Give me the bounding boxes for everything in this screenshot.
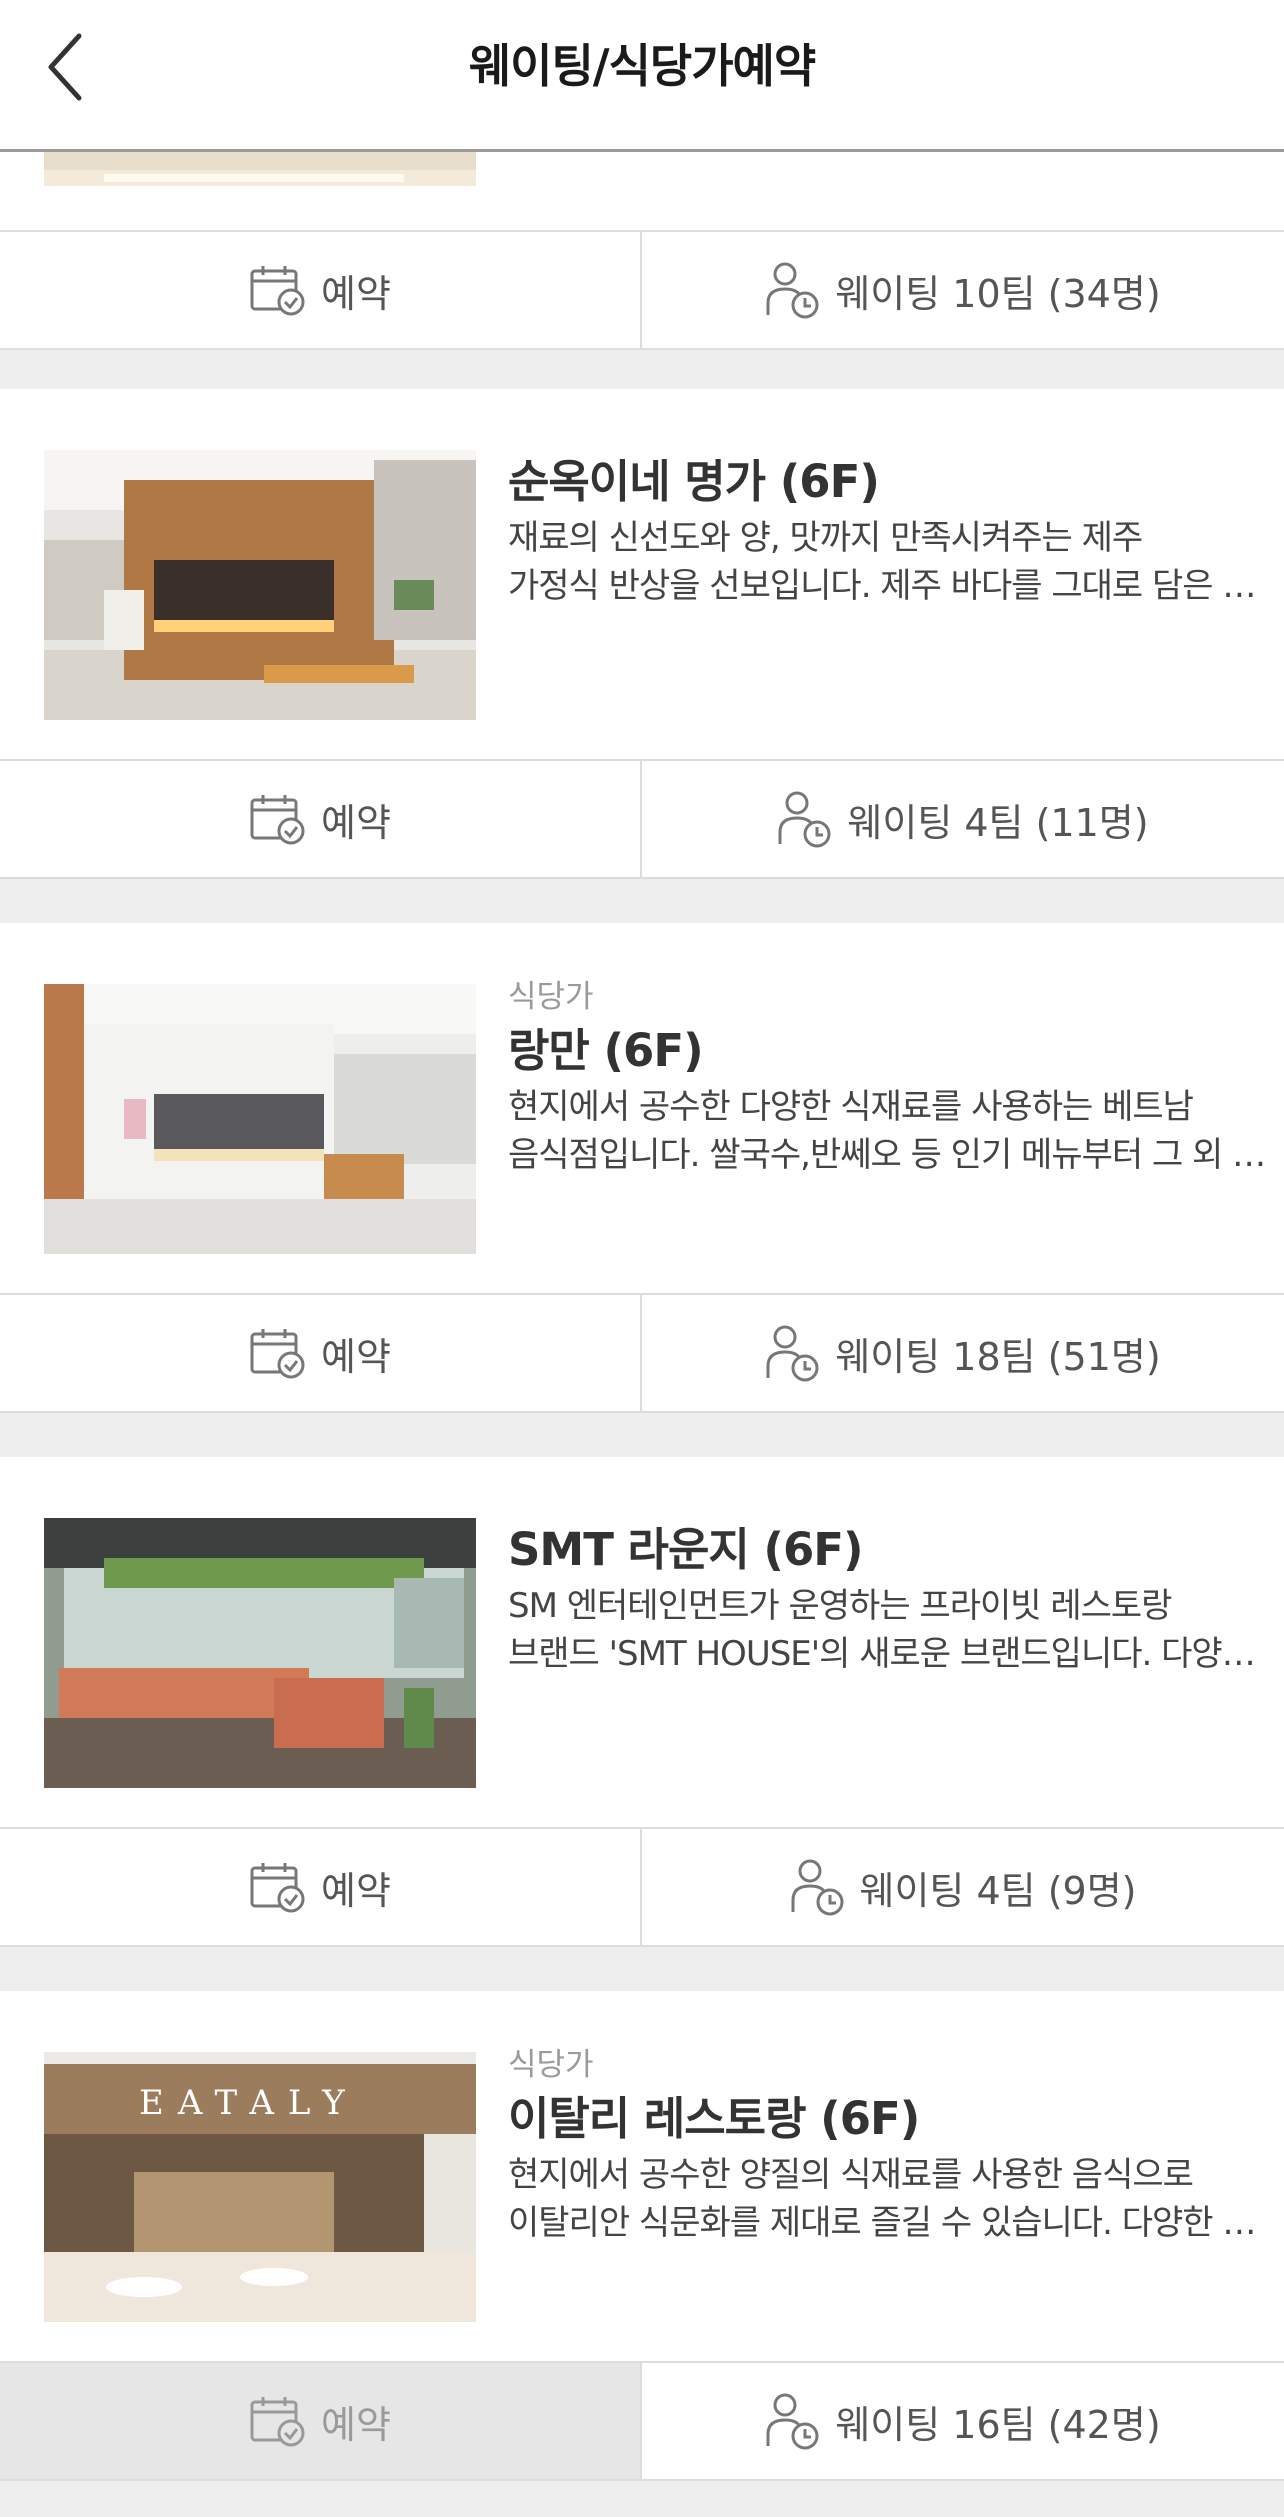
waiting-button[interactable]: 웨이팅 16팀 (42명) xyxy=(642,2363,1284,2479)
restaurant-desc-line1: SM 엔터테인먼트가 운영하는 프라이빗 레스토랑 xyxy=(508,1586,1172,1626)
calendar-check-icon xyxy=(250,1329,305,1379)
reserve-label: 예약 xyxy=(321,271,391,316)
waiting-button[interactable]: 웨이팅 4팀 (9명) xyxy=(642,1829,1284,1945)
card-info[interactable]: 순옥이네 명가 (6F) 재료의 신선도와 양, 맛까지 만족시켜주는 제주 가… xyxy=(0,389,1284,761)
restaurant-desc-line2: 브랜드 'SMT HOUSE'의 새로운 브랜드입니다. 다양한 메뉴를 즐겨보… xyxy=(508,1634,1276,1674)
restaurant-image[interactable]: EATALY xyxy=(44,2052,476,2322)
card-text: 순옥이네 명가 (6F) 재료의 신선도와 양, 맛까지 만족시켜주는 제주 가… xyxy=(508,450,1276,610)
card-info xyxy=(0,152,1284,232)
restaurant-name: SMT 라운지 (6F) xyxy=(508,1523,864,1576)
restaurant-desc-line2: 음식점입니다. 쌀국수,반쎄오 등 인기 메뉴부터 그 외 다양한 메뉴가 있습… xyxy=(508,1135,1276,1175)
restaurant-category: 식당가 xyxy=(508,979,594,1015)
restaurant-category: 식당가 xyxy=(508,2047,594,2083)
restaurant-image[interactable] xyxy=(44,152,476,186)
card-actions: 예약 웨이팅 18팀 (51명) xyxy=(0,1295,1284,1413)
page-title: 웨이팅/식당가예약 xyxy=(468,39,816,93)
card-info[interactable]: 식당가 랑만 (6F) 현지에서 공수한 다양한 식재료를 사용하는 베트남 음… xyxy=(0,923,1284,1295)
restaurant-desc-line1: 현지에서 공수한 양질의 식재료를 사용한 음식으로 xyxy=(508,2155,1194,2195)
restaurant-desc-line2: 가정식 반상을 선보입니다. 제주 바다를 그대로 담은 음식을 즐겨보세요. xyxy=(508,566,1276,606)
eataly-sign-text: EATALY xyxy=(139,2083,359,2123)
waiting-button[interactable]: 웨이팅 18팀 (51명) xyxy=(642,1295,1284,1411)
person-clock-icon xyxy=(766,2393,819,2450)
app-header: 웨이팅/식당가예약 xyxy=(0,0,1284,152)
calendar-check-icon xyxy=(250,266,305,316)
waiting-label: 웨이팅 4팀 (9명) xyxy=(859,1868,1137,1913)
waiting-label: 웨이팅 18팀 (51명) xyxy=(835,1334,1161,1379)
reserve-button[interactable]: 예약 xyxy=(0,761,642,877)
restaurant-image[interactable] xyxy=(44,1518,476,1788)
reserve-button[interactable]: 예약 xyxy=(0,232,642,348)
calendar-check-icon xyxy=(250,795,305,845)
card-actions: 예약 웨이팅 4팀 (11명) xyxy=(0,761,1284,879)
card-info[interactable]: SMT 라운지 (6F) SM 엔터테인먼트가 운영하는 프라이빗 레스토랑 브… xyxy=(0,1457,1284,1829)
person-clock-icon xyxy=(778,791,831,848)
reserve-button[interactable]: 예약 xyxy=(0,1829,642,1945)
restaurant-name: 랑만 (6F) xyxy=(508,1024,704,1077)
restaurant-card[interactable]: 순옥이네 명가 (6F) 재료의 신선도와 양, 맛까지 만족시켜주는 제주 가… xyxy=(0,389,1284,879)
reserve-button[interactable]: 예약 xyxy=(0,1295,642,1411)
card-info[interactable]: EATALY 식당가 이탈리 레스토랑 (6F) 현지에서 공수한 양질의 식재… xyxy=(0,1991,1284,2363)
reserve-label: 예약 xyxy=(321,2402,391,2447)
waiting-label: 웨이팅 10팀 (34명) xyxy=(835,271,1161,316)
restaurant-card[interactable]: SMT 라운지 (6F) SM 엔터테인먼트가 운영하는 프라이빗 레스토랑 브… xyxy=(0,1457,1284,1947)
restaurant-card[interactable]: 식당가 랑만 (6F) 현지에서 공수한 다양한 식재료를 사용하는 베트남 음… xyxy=(0,923,1284,1413)
reserve-label: 예약 xyxy=(321,1868,391,1913)
card-actions: 예약 웨이팅 16팀 (42명) xyxy=(0,2363,1284,2481)
restaurant-name: 이탈리 레스토랑 (6F) xyxy=(508,2092,920,2145)
waiting-button[interactable]: 웨이팅 4팀 (11명) xyxy=(642,761,1284,877)
card-text: 식당가 이탈리 레스토랑 (6F) 현지에서 공수한 양질의 식재료를 사용한 … xyxy=(508,2043,1276,2247)
restaurant-image[interactable] xyxy=(44,984,476,1254)
waiting-label: 웨이팅 16팀 (42명) xyxy=(835,2402,1161,2447)
reserve-label: 예약 xyxy=(321,800,391,845)
card-actions: 예약 웨이팅 4팀 (9명) xyxy=(0,1829,1284,1947)
restaurant-card[interactable]: EATALY 식당가 이탈리 레스토랑 (6F) 현지에서 공수한 양질의 식재… xyxy=(0,1991,1284,2481)
restaurant-image[interactable] xyxy=(44,450,476,720)
calendar-check-icon xyxy=(250,1863,305,1913)
card-actions: 예약 웨이팅 10팀 (34명) xyxy=(0,232,1284,350)
card-text: 식당가 랑만 (6F) 현지에서 공수한 다양한 식재료를 사용하는 베트남 음… xyxy=(508,975,1276,1179)
restaurant-desc-line1: 현지에서 공수한 다양한 식재료를 사용하는 베트남 xyxy=(508,1087,1194,1127)
person-clock-icon xyxy=(766,262,819,319)
person-clock-icon xyxy=(766,1325,819,1382)
waiting-button[interactable]: 웨이팅 10팀 (34명) xyxy=(642,232,1284,348)
restaurant-desc-line2: 이탈리안 식문화를 제대로 즐길 수 있습니다. 다양한 메뉴를 만나보세요. xyxy=(508,2203,1276,2243)
reserve-label: 예약 xyxy=(321,1334,391,1379)
restaurant-name: 순옥이네 명가 (6F) xyxy=(508,455,880,508)
person-clock-icon xyxy=(791,1859,844,1916)
card-text: SMT 라운지 (6F) SM 엔터테인먼트가 운영하는 프라이빗 레스토랑 브… xyxy=(508,1518,1276,1678)
restaurant-card: 예약 웨이팅 10팀 (34명) xyxy=(0,152,1284,350)
reserve-button[interactable]: 예약 xyxy=(0,2363,642,2479)
waiting-label: 웨이팅 4팀 (11명) xyxy=(847,800,1149,845)
restaurant-desc-line1: 재료의 신선도와 양, 맛까지 만족시켜주는 제주 xyxy=(508,518,1143,558)
calendar-check-icon xyxy=(250,2397,305,2447)
